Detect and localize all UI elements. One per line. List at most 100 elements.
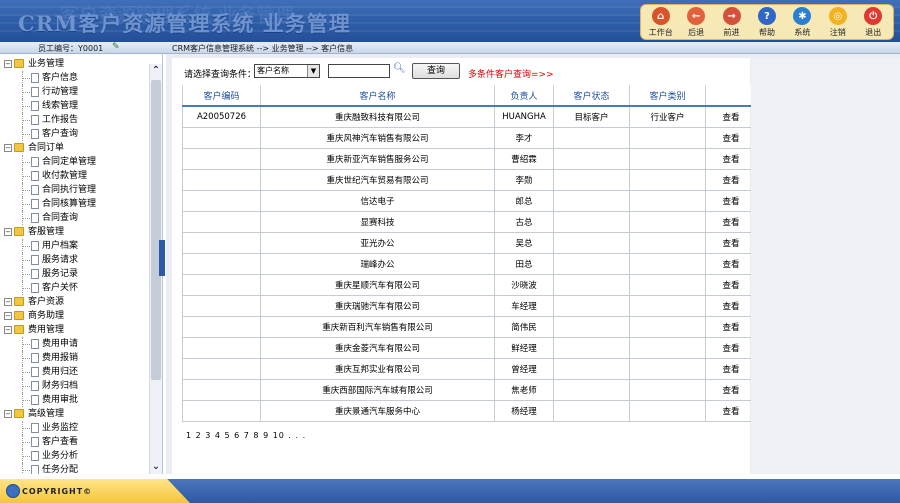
pagination[interactable]: 1 2 3 4 5 6 7 8 9 10 . . .	[186, 431, 306, 440]
system-gear-icon[interactable]: ✱	[793, 7, 812, 25]
view-link[interactable]: 查看	[705, 147, 757, 170]
magnifier-search-icon[interactable]: 🔍︎	[393, 63, 406, 74]
toolbar-button-4[interactable]: ✱ 系统	[787, 7, 817, 39]
sidebar-item[interactable]: 线索管理	[2, 99, 148, 113]
search-button[interactable]: 查询	[412, 63, 460, 79]
customer-table: 客户编码 客户名称 负责人 客户状态 客户类别 A20050726 重庆融致科技有限公司 H…	[182, 85, 757, 422]
sidebar-item[interactable]: 财务归档	[2, 379, 148, 393]
view-link[interactable]: 查看	[705, 231, 757, 254]
exit-power-icon[interactable]: ⏻	[864, 7, 883, 25]
view-link[interactable]: 查看	[705, 126, 757, 149]
sidebar-category[interactable]: − 合同订单	[2, 141, 148, 155]
sidebar-category[interactable]: − 费用管理	[2, 323, 148, 337]
sidebar-category[interactable]: − 高级管理	[2, 407, 148, 421]
sidebar-item[interactable]: 费用申请	[2, 337, 148, 351]
home-icon[interactable]: ⌂	[651, 7, 670, 25]
tree-branch	[22, 176, 30, 177]
view-link[interactable]: 查看	[705, 294, 757, 317]
sidebar-item[interactable]: 服务记录	[2, 267, 148, 281]
tree-branch	[22, 274, 30, 275]
chevron-down-icon[interactable]: ▼	[307, 65, 319, 77]
scroll-down-icon[interactable]: ⌄	[150, 460, 162, 474]
toolbar-button-6[interactable]: ⏻ 退出	[858, 7, 888, 39]
tree-toggle-icon[interactable]: −	[4, 228, 12, 236]
forward-icon[interactable]: →	[722, 7, 741, 25]
user-edit-icon[interactable]: ✎	[112, 42, 120, 52]
sidebar: − 业务管理客户信息 行动管理 线索管理 工作报告 客户查询 − 合同订单 合同定单管理 收付款管…	[0, 54, 163, 474]
logout-icon[interactable]: ◎	[828, 7, 847, 25]
sidebar-item[interactable]: 合同查询	[2, 211, 148, 225]
view-link[interactable]: 查看	[705, 105, 757, 128]
tree-branch	[22, 372, 30, 373]
search-field-select[interactable]: 客户名称 ▼	[254, 64, 320, 78]
tree-toggle-icon[interactable]: −	[4, 410, 12, 418]
table-row: 重庆新亚汽车销售服务公司 曹绍霖 查看	[182, 147, 757, 170]
sidebar-item-label: 客户查看	[42, 437, 79, 447]
view-link[interactable]: 查看	[705, 273, 757, 296]
table-cell	[182, 147, 261, 170]
sidebar-item[interactable]: 合同核算管理	[2, 197, 148, 211]
sidebar-item[interactable]: 合同执行管理	[2, 183, 148, 197]
sidebar-item[interactable]: 费用报销	[2, 351, 148, 365]
table-cell	[629, 231, 706, 254]
sidebar-item-label: 费用归还	[42, 367, 79, 377]
sidebar-item-label: 业务监控	[42, 423, 79, 433]
footer: COPYRIGHT©	[0, 474, 900, 503]
sidebar-category[interactable]: − 业务管理	[2, 57, 148, 71]
sidebar-category[interactable]: − 客服管理	[2, 225, 148, 239]
tree-toggle-icon[interactable]: −	[4, 298, 12, 306]
sidebar-item[interactable]: 客户查看	[2, 435, 148, 449]
view-link[interactable]: 查看	[705, 336, 757, 359]
tree-toggle-icon[interactable]: −	[4, 312, 12, 320]
view-link[interactable]: 查看	[705, 315, 757, 338]
help-icon[interactable]: ?	[757, 7, 776, 25]
view-link[interactable]: 查看	[705, 168, 757, 191]
sidebar-category-label: 业务管理	[28, 59, 65, 69]
sidebar-item[interactable]: 任务分配	[2, 463, 148, 474]
sidebar-item[interactable]: 收付款管理	[2, 169, 148, 183]
info-bar: 员工编号：Y0001 ✎ CRM客户信息管理系统 --> 业务管理 --> 客户…	[0, 42, 900, 54]
sidebar-item[interactable]: 业务监控	[2, 421, 148, 435]
sidebar-item[interactable]: 费用归还	[2, 365, 148, 379]
tree-toggle-icon[interactable]: −	[4, 144, 12, 152]
sidebar-category[interactable]: − 客户资源	[2, 295, 148, 309]
toolbar-button-1[interactable]: ← 后退	[681, 7, 711, 39]
sidebar-item[interactable]: 费用审批	[2, 393, 148, 407]
toolbar-button-2[interactable]: → 前进	[717, 7, 747, 39]
back-icon[interactable]: ←	[687, 7, 706, 25]
sidebar-item[interactable]: 行动管理	[2, 85, 148, 99]
sidebar-item[interactable]: 工作报告	[2, 113, 148, 127]
sidebar-item[interactable]: 服务请求	[2, 253, 148, 267]
sidebar-item[interactable]: 客户信息	[2, 71, 148, 85]
table-cell	[182, 315, 261, 338]
table-cell	[182, 399, 261, 422]
table-cell: 李才	[494, 126, 554, 149]
view-link[interactable]: 查看	[705, 252, 757, 275]
sidebar-category[interactable]: − 商务助理	[2, 309, 148, 323]
tree-toggle-icon[interactable]: −	[4, 326, 12, 334]
toolbar-button-3[interactable]: ? 帮助	[752, 7, 782, 39]
sidebar-item[interactable]: 合同定单管理	[2, 155, 148, 169]
multi-condition-search-link[interactable]: 多条件客户查询=>>	[468, 67, 554, 80]
search-input[interactable]	[328, 64, 390, 78]
document-icon	[31, 381, 39, 391]
sidebar-item[interactable]: 业务分析	[2, 449, 148, 463]
scroll-up-icon[interactable]: ⌃	[150, 64, 162, 78]
view-link[interactable]: 查看	[705, 210, 757, 233]
sidebar-splitter[interactable]	[159, 240, 165, 276]
toolbar-button-0[interactable]: ⌂ 工作台	[646, 7, 676, 39]
sidebar-item[interactable]: 客户查询	[2, 127, 148, 141]
toolbar-button-5[interactable]: ◎ 注销	[823, 7, 853, 39]
sidebar-item[interactable]: 用户档案	[2, 239, 148, 253]
table-cell	[182, 126, 261, 149]
view-link[interactable]: 查看	[705, 357, 757, 380]
scroll-thumb[interactable]	[151, 80, 161, 380]
tree-branch	[22, 386, 30, 387]
view-link[interactable]: 查看	[705, 189, 757, 212]
sidebar-item[interactable]: 客户关怀	[2, 281, 148, 295]
view-link[interactable]: 查看	[705, 399, 757, 422]
view-link[interactable]: 查看	[705, 378, 757, 401]
table-header-row: 客户编码 客户名称 负责人 客户状态 客户类别	[182, 85, 757, 107]
table-cell	[553, 231, 630, 254]
tree-toggle-icon[interactable]: −	[4, 60, 12, 68]
